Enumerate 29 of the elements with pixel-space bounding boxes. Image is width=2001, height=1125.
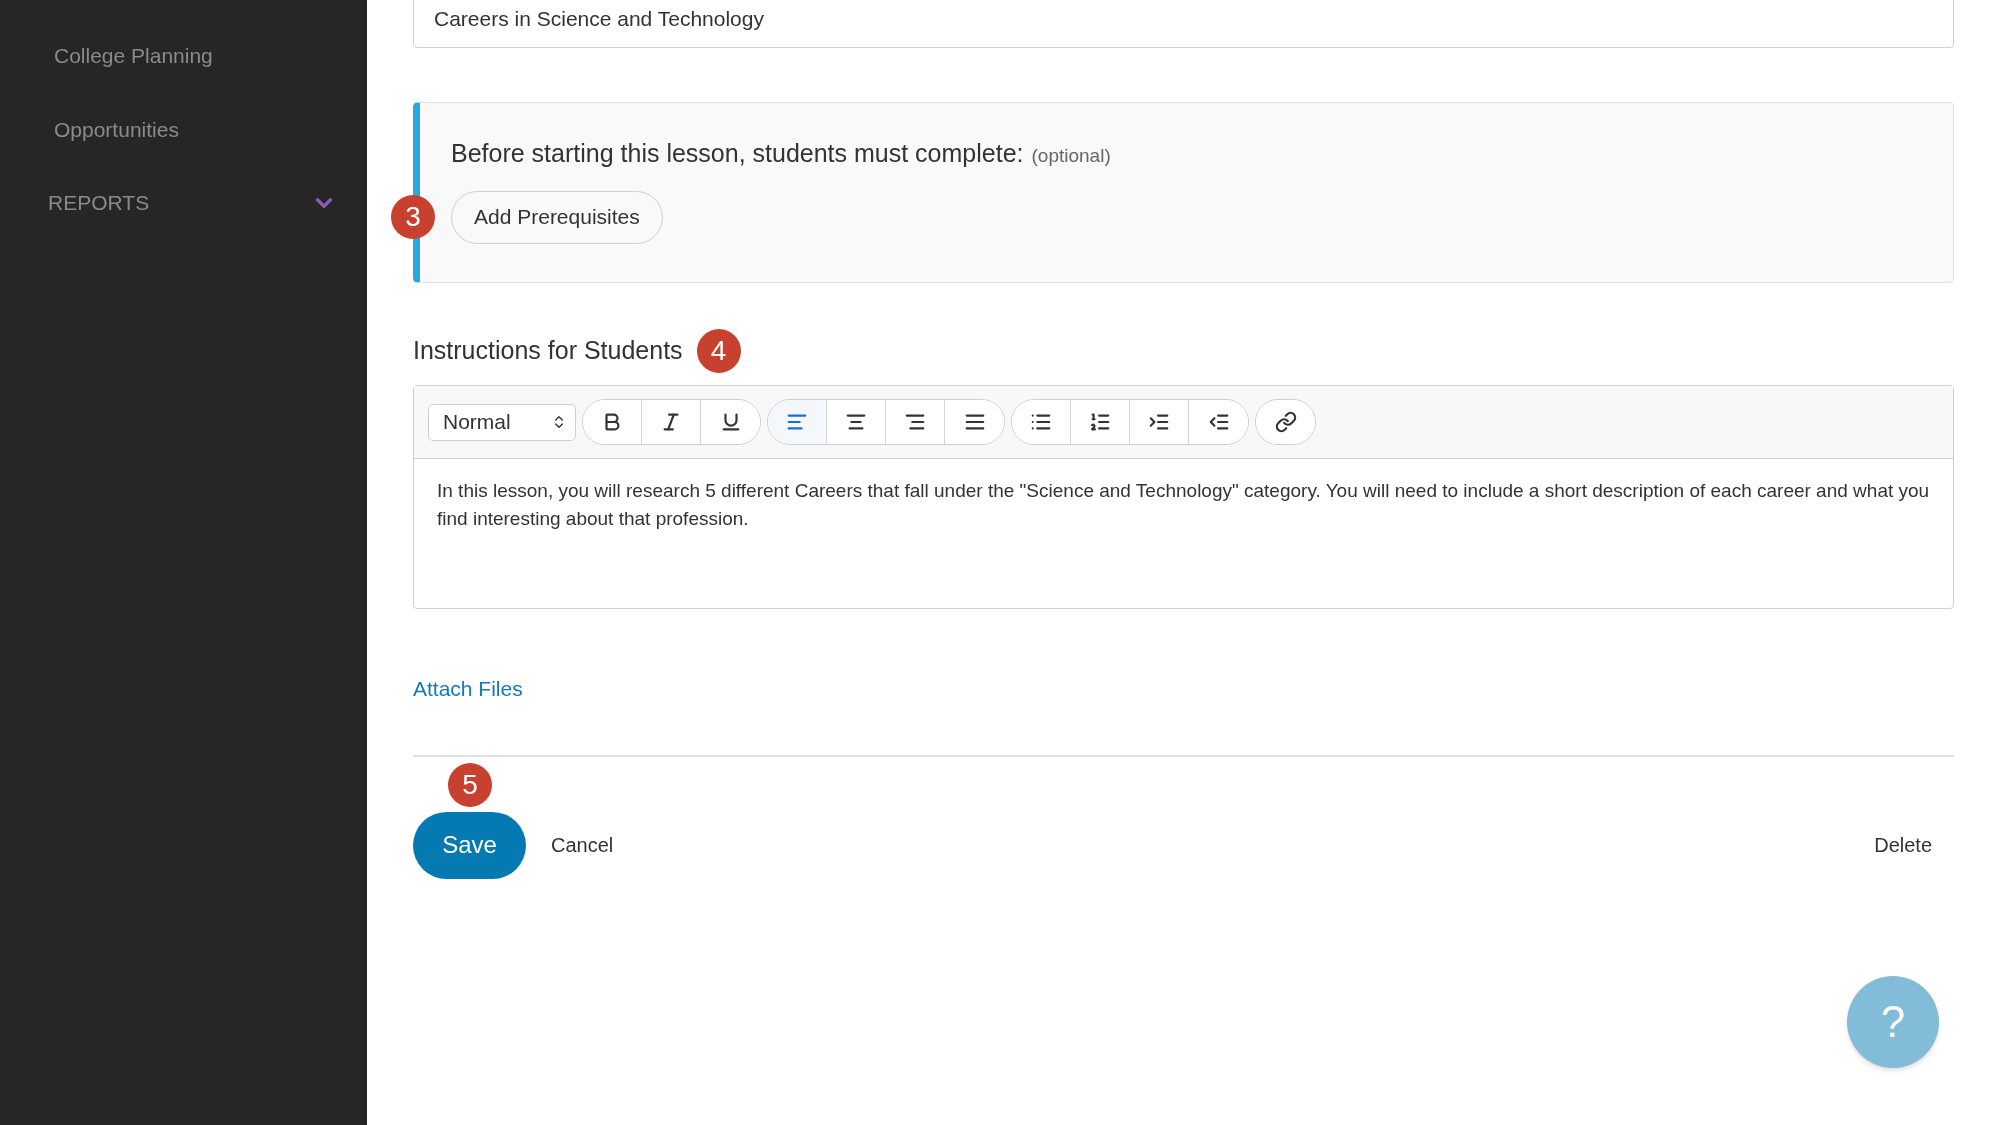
sidebar-item[interactable]: College Planning [54,40,213,72]
align-center-icon [845,411,867,433]
cancel-button[interactable]: Cancel [551,830,614,860]
step-badge: 3 [391,195,435,239]
link-icon [1274,411,1297,433]
format-select[interactable]: Normal [428,403,576,441]
align-justify-icon [963,411,986,433]
toolbar-button[interactable] [1012,400,1071,444]
save-button[interactable]: Save [413,811,526,879]
step-badge: 5 [448,762,492,807]
align-right-icon [904,411,926,433]
toolbar-button[interactable] [583,400,642,444]
sidebar-item[interactable]: Opportunities [54,113,179,145]
bulleted-list-icon [1030,411,1052,433]
align-left-icon [786,411,808,433]
title-field[interactable]: Careers in Science and Technology [413,0,1954,48]
prerequisites-heading: Before starting this lesson, students must complete: [451,138,1024,169]
step-badge: 4 [696,329,741,373]
attach-files-link[interactable]: Attach Files [413,673,523,705]
toolbar-button[interactable] [1256,400,1315,444]
numbered-list-icon [1089,411,1111,433]
optional-note: (optional) [1031,144,1111,168]
instructions-heading: Instructions for Students [413,335,683,367]
add-prerequisites-button[interactable]: Add Prerequisites [451,190,663,244]
indent-icon [1148,411,1170,433]
outdent-icon [1207,411,1230,433]
instructions-text: In this lesson, you will research 5 different Careers that fall under the "Science and Technology" category. You will need to include a short description of each career and what you find interesting about that profession. [436,479,1931,531]
delete-button[interactable]: Delete [1874,830,1932,860]
sidebar-section-label[interactable]: REPORTS [48,187,150,219]
